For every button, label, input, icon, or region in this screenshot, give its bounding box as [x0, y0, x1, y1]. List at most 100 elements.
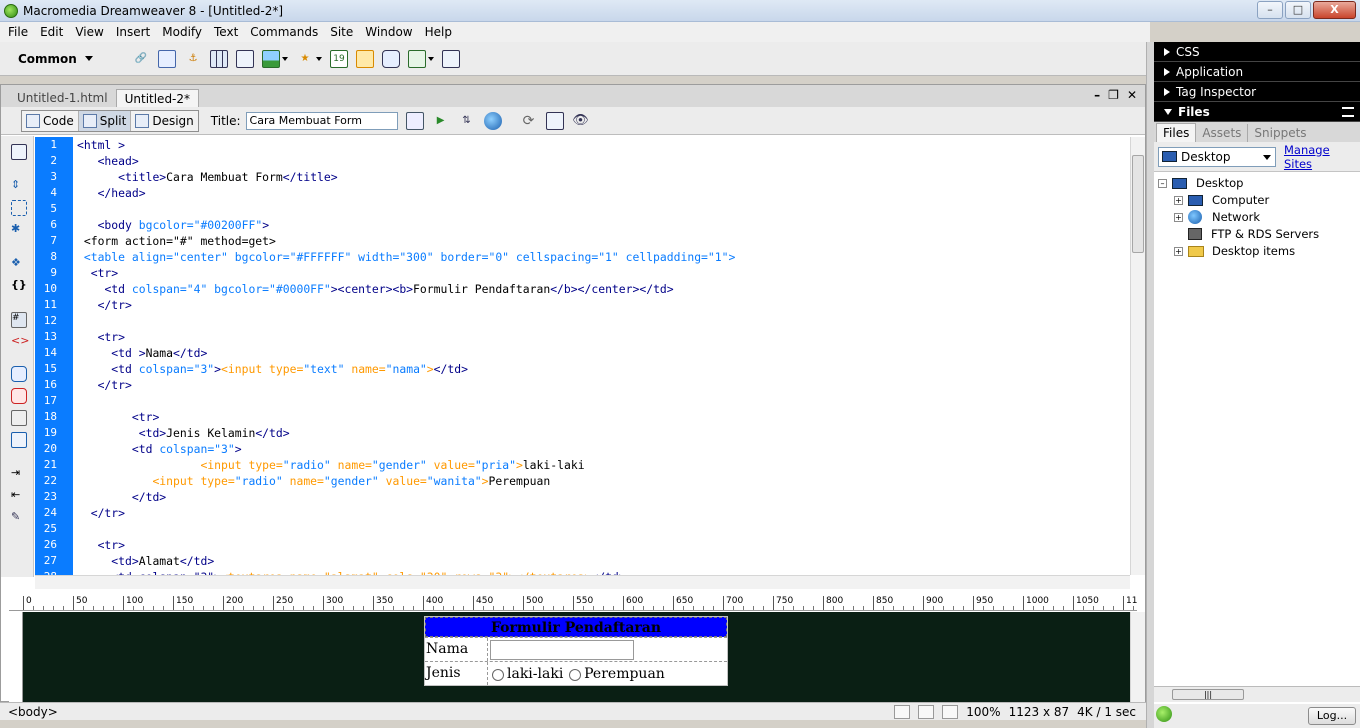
zoom-select[interactable]: 100%	[966, 705, 1000, 719]
apply-comment-icon[interactable]	[11, 366, 27, 382]
refresh-icon[interactable]: ⟳	[520, 112, 538, 130]
view-options-icon[interactable]	[545, 111, 564, 130]
hyperlink-icon[interactable]: 🔗	[132, 50, 150, 68]
panel-css[interactable]: CSS	[1154, 42, 1360, 62]
hand-tool-icon[interactable]	[918, 705, 935, 719]
layer-icon[interactable]	[236, 49, 254, 68]
close-button[interactable]: X	[1313, 1, 1356, 19]
recent-snippets-icon[interactable]	[11, 432, 27, 448]
open-documents-icon[interactable]	[11, 144, 27, 160]
menu-window[interactable]: Window	[359, 25, 418, 39]
visual-aids-icon[interactable]: 👁	[572, 112, 590, 130]
collapse-node-icon[interactable]: –	[1158, 178, 1167, 188]
highlight-invalid-code-icon[interactable]: <>	[11, 334, 29, 350]
comment-icon[interactable]	[382, 49, 400, 68]
date-icon[interactable]: 19	[330, 49, 348, 68]
window-size[interactable]: 1123 x 87	[1009, 705, 1070, 719]
code-vertical-scrollbar[interactable]	[1130, 137, 1145, 575]
panel-application[interactable]: Application	[1154, 62, 1360, 82]
indent-code-icon[interactable]: ⇥	[11, 466, 27, 482]
tab-untitled-2[interactable]: Untitled-2*	[115, 89, 200, 107]
ruler-minor-tick	[93, 606, 94, 610]
media-dropdown-icon[interactable]	[316, 56, 322, 61]
templates-dropdown-icon[interactable]	[428, 56, 434, 61]
menu-edit[interactable]: Edit	[34, 25, 69, 39]
code-view-button[interactable]: Code	[22, 110, 79, 131]
doc-minimize-icon[interactable]: –	[1094, 88, 1100, 102]
code-horizontal-scrollbar[interactable]	[35, 575, 1130, 589]
tag-selector[interactable]: <body>	[8, 705, 58, 719]
expand-node-icon[interactable]: +	[1174, 195, 1183, 205]
tree-node-network[interactable]: + Network	[1174, 210, 1260, 224]
menu-help[interactable]: Help	[419, 25, 458, 39]
balance-braces-icon[interactable]: {}	[11, 278, 27, 294]
panel-options-menu-icon[interactable]	[1342, 106, 1354, 117]
manage-sites-link[interactable]: Manage Sites	[1284, 143, 1360, 171]
menu-text[interactable]: Text	[208, 25, 244, 39]
images-dropdown-icon[interactable]	[282, 56, 288, 61]
menu-view[interactable]: View	[69, 25, 109, 39]
table-icon[interactable]	[210, 49, 228, 68]
menu-file[interactable]: File	[2, 25, 34, 39]
tree-node-desktop[interactable]: – Desktop	[1158, 176, 1243, 190]
preview-in-browser-icon[interactable]: ▶	[432, 112, 450, 130]
radio-laki-laki[interactable]	[492, 668, 504, 681]
nama-text-input[interactable]	[490, 640, 634, 660]
expand-all-icon[interactable]: ✱	[11, 222, 27, 238]
design-view-button[interactable]: Design	[131, 111, 197, 131]
zoom-tool-icon[interactable]	[942, 705, 959, 719]
remove-comment-icon[interactable]	[11, 388, 27, 404]
expand-node-icon[interactable]: +	[1174, 212, 1183, 222]
select-tool-icon[interactable]	[894, 705, 911, 719]
split-view-button[interactable]: Split	[78, 110, 132, 131]
minimize-button[interactable]: –	[1257, 1, 1283, 19]
panel-splitter[interactable]	[1146, 42, 1154, 728]
page-title-input[interactable]	[245, 111, 398, 130]
tree-node-computer[interactable]: + Computer	[1174, 193, 1269, 207]
tab-assets[interactable]: Assets	[1196, 124, 1249, 142]
line-numbers-icon[interactable]: #	[11, 312, 27, 328]
media-icon[interactable]: ★	[296, 50, 314, 68]
collapse-selection-icon[interactable]	[11, 200, 27, 216]
tree-node-ftp-rds-servers[interactable]: FTP & RDS Servers	[1188, 227, 1319, 241]
files-horizontal-scrollbar[interactable]: |||	[1154, 686, 1360, 702]
ruler-tick-label: 1050	[1073, 596, 1099, 610]
tag-chooser-icon[interactable]	[442, 49, 460, 68]
expand-node-icon[interactable]: +	[1174, 246, 1183, 256]
menu-site[interactable]: Site	[324, 25, 359, 39]
panel-files[interactable]: Files	[1154, 102, 1360, 122]
design-view[interactable]: Formulir Pendaftaran Nama Jenis laki-lak…	[23, 612, 1130, 702]
server-side-include-icon[interactable]	[356, 49, 374, 68]
menu-commands[interactable]: Commands	[244, 25, 324, 39]
doc-close-icon[interactable]: ✕	[1127, 88, 1137, 102]
doc-restore-icon[interactable]: ❐	[1108, 88, 1119, 102]
log-button[interactable]: Log...	[1308, 707, 1356, 725]
collapse-full-tag-icon[interactable]: ⇕	[11, 178, 27, 194]
outdent-code-icon[interactable]: ⇤	[11, 488, 27, 504]
file-management-icon[interactable]	[405, 111, 424, 130]
tab-files[interactable]: Files	[1156, 123, 1197, 142]
tab-snippets[interactable]: Snippets	[1248, 124, 1312, 142]
site-select[interactable]: Desktop	[1158, 146, 1276, 167]
tree-node-desktop-items[interactable]: + Desktop items	[1174, 244, 1295, 258]
code-editor[interactable]: <html > <head> <title>Cara Membuat Form<…	[73, 137, 1129, 575]
insert-category-dropdown[interactable]: Common	[18, 52, 128, 66]
wrap-tag-icon[interactable]	[11, 410, 27, 426]
tab-untitled-1[interactable]: Untitled-1.html	[9, 89, 116, 107]
panel-tag-inspector[interactable]: Tag Inspector	[1154, 82, 1360, 102]
design-vertical-scrollbar[interactable]	[1130, 612, 1145, 702]
files-scroll-thumb[interactable]: |||	[1172, 689, 1244, 700]
refresh-design-icon[interactable]: ⇅	[458, 112, 476, 130]
select-parent-tag-icon[interactable]: ❖	[11, 256, 27, 272]
email-link-icon[interactable]	[158, 49, 176, 68]
maximize-button[interactable]: □	[1285, 1, 1311, 19]
menu-insert[interactable]: Insert	[110, 25, 156, 39]
templates-icon[interactable]	[408, 49, 426, 68]
images-icon[interactable]	[262, 49, 280, 68]
named-anchor-icon[interactable]: ⚓	[184, 50, 202, 68]
format-source-code-icon[interactable]: ✎	[11, 510, 27, 526]
menu-modify[interactable]: Modify	[156, 25, 208, 39]
code-scroll-thumb[interactable]	[1132, 155, 1144, 253]
check-browser-icon[interactable]	[483, 111, 502, 130]
radio-perempuan[interactable]	[569, 668, 582, 681]
